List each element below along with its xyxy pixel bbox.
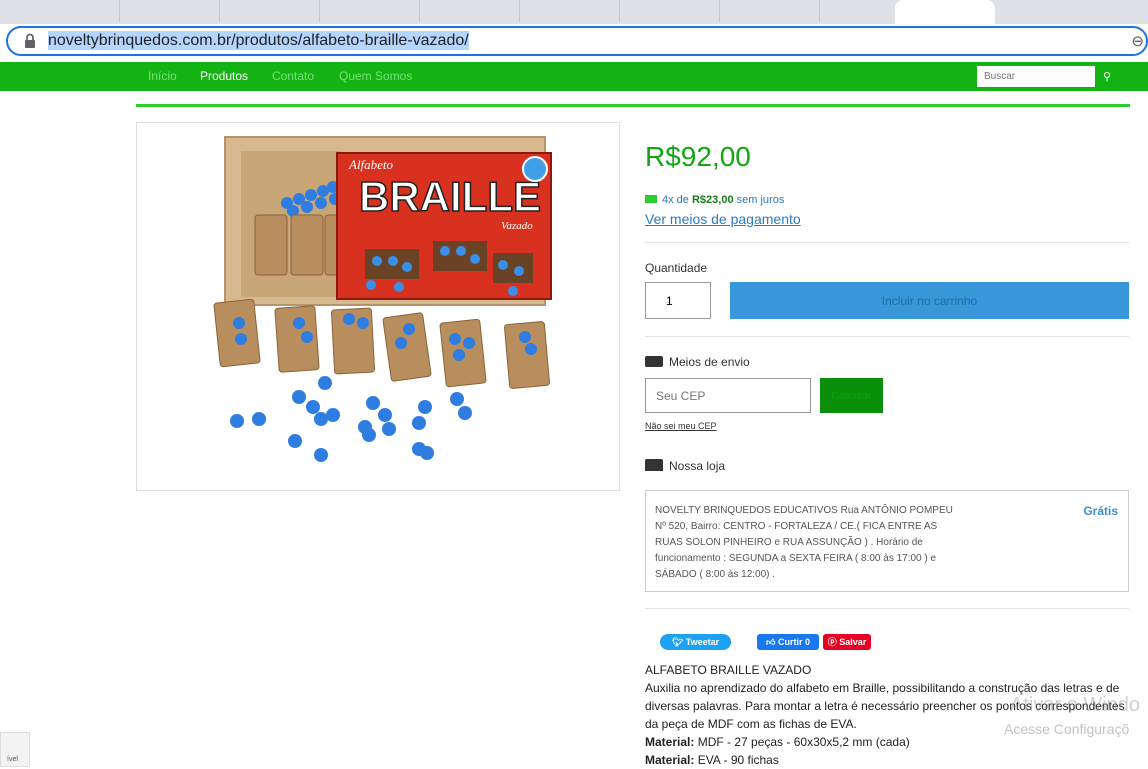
store-label: Nossa loja: [645, 459, 725, 473]
windows-activation-subtext: Acesse Configuraçõ: [1004, 721, 1130, 737]
add-to-cart-button[interactable]: Incluir no carrinho: [730, 282, 1129, 319]
tweet-button[interactable]: 🐦︎ Tweetar: [660, 634, 731, 650]
store-pickup-price: Grátis: [1083, 504, 1118, 518]
url-text[interactable]: noveltybrinquedos.com.br/produtos/alfabe…: [48, 31, 469, 50]
browser-tab[interactable]: [220, 0, 320, 22]
side-panel-stub: ível: [0, 732, 30, 767]
store-icon: [645, 459, 663, 471]
quantity-input[interactable]: [645, 282, 711, 319]
divider: [136, 104, 1130, 107]
windows-activation-watermark: Ativar o Windo: [1010, 694, 1141, 716]
thumbs-up-icon: 👍︎: [766, 637, 776, 647]
browser-tab-strip: [0, 0, 1148, 24]
truck-icon: [645, 356, 663, 367]
product-price: R$92,00: [645, 141, 751, 172]
payment-methods-link[interactable]: Ver meios de pagamento: [645, 211, 801, 227]
browser-tab[interactable]: [120, 0, 220, 22]
pinterest-icon: ⓟ: [827, 637, 837, 647]
image-title: BRAILLE: [359, 173, 541, 220]
lock-icon: [25, 33, 35, 48]
product-image[interactable]: Alfabeto BRAILLE Vazado: [136, 122, 620, 491]
nav-item-produtos[interactable]: Produtos: [200, 69, 248, 83]
twitter-icon: 🐦︎: [671, 637, 684, 647]
divider: [645, 608, 1129, 609]
unknown-cep-link[interactable]: Não sei meu CEP: [645, 421, 717, 431]
divider: [645, 336, 1129, 337]
store-address: NOVELTY BRINQUEDOS EDUCATIVOS Rua ANTÔNI…: [655, 505, 953, 580]
browser-tab[interactable]: [0, 0, 120, 22]
nav-item-inicio[interactable]: Início: [148, 69, 177, 83]
installments-info: 4x de R$23,00 sem juros: [645, 194, 784, 206]
browser-tab[interactable]: [320, 0, 420, 22]
address-bar[interactable]: noveltybrinquedos.com.br/produtos/alfabe…: [6, 26, 1148, 56]
credit-card-icon: [645, 195, 657, 203]
facebook-like-button[interactable]: 👍︎ Curtir 0: [757, 634, 819, 650]
cep-input[interactable]: [645, 378, 811, 413]
pinterest-save-button[interactable]: ⓟ Salvar: [823, 634, 871, 650]
zoom-icon[interactable]: ⊖: [1131, 32, 1144, 50]
browser-tab-active[interactable]: [895, 0, 995, 24]
image-title-small: Alfabeto: [348, 157, 394, 172]
site-navbar: Início Produtos Contato Quem Somos ⚲: [0, 62, 1148, 91]
store-pickup-option[interactable]: NOVELTY BRINQUEDOS EDUCATIVOS Rua ANTÔNI…: [645, 490, 1129, 592]
nav-item-quem-somos[interactable]: Quem Somos: [339, 69, 412, 83]
search-input[interactable]: [977, 66, 1095, 87]
image-subtitle: Vazado: [501, 220, 533, 232]
description-title: ALFABETO BRAILLE VAZADO: [645, 663, 812, 677]
browser-tab[interactable]: [620, 0, 720, 22]
browser-tab[interactable]: [720, 0, 820, 22]
quantity-label: Quantidade: [645, 261, 708, 275]
divider: [645, 242, 1129, 243]
product-illustration: Alfabeto BRAILLE Vazado: [213, 136, 552, 462]
browser-tab[interactable]: [520, 0, 620, 22]
material-line: Material: EVA - 90 fichas: [645, 753, 779, 767]
nav-item-contato[interactable]: Contato: [272, 69, 314, 83]
shipping-label: Meios de envio: [645, 355, 750, 369]
calculate-shipping-button[interactable]: Calcular: [820, 378, 883, 413]
search-button[interactable]: ⚲: [1096, 66, 1118, 87]
browser-tab[interactable]: [420, 0, 520, 22]
search-icon: ⚲: [1102, 71, 1112, 83]
